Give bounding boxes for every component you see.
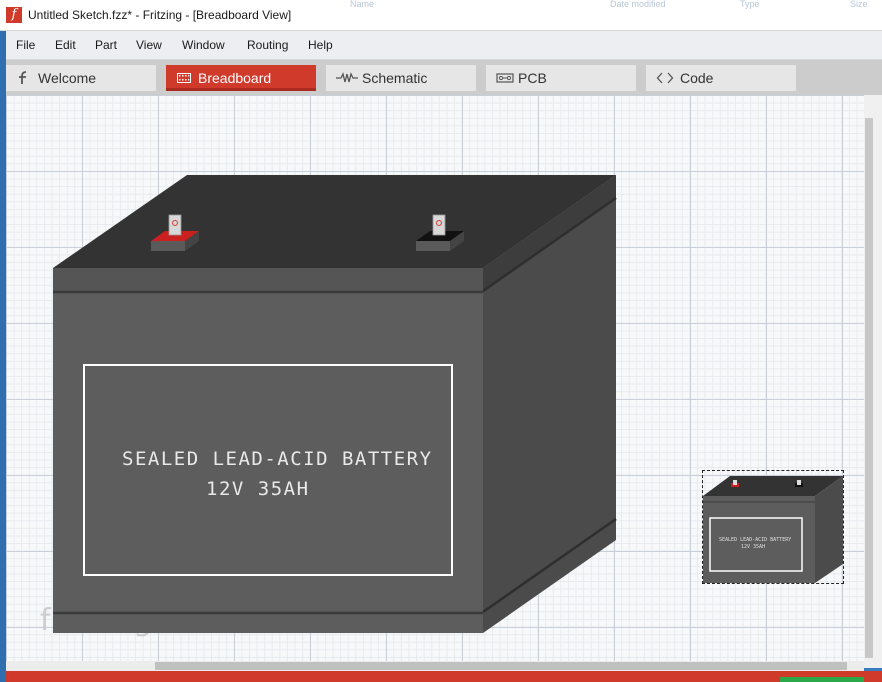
ghost-column-size: Size — [850, 0, 868, 9]
tab-code[interactable]: Code — [646, 65, 796, 91]
thumbnail-label-title: SEALED LEAD-ACID BATTERY — [719, 537, 792, 543]
menu-window[interactable]: Window — [182, 38, 225, 52]
view-tabs: Welcome Breadboard Schematic PCB Code — [6, 60, 882, 95]
tab-welcome-label: Welcome — [38, 70, 97, 86]
tab-schematic[interactable]: Schematic — [326, 65, 476, 91]
battery-thumbnail-graphic — [703, 476, 843, 583]
bottom-toolbar — [6, 671, 882, 682]
menu-view[interactable]: View — [136, 38, 162, 52]
ghost-column-name: Name — [350, 0, 375, 9]
tab-code-label: Code — [680, 70, 714, 86]
pcb-icon — [496, 73, 514, 83]
menu-routing[interactable]: Routing — [247, 38, 288, 52]
window-title: Untitled Sketch.fzz* - Fritzing - [Bread… — [28, 8, 292, 22]
ghost-column-date: Date modified — [610, 0, 666, 9]
battery-label-rating: 12V 35AH — [206, 478, 310, 500]
menu-help[interactable]: Help — [308, 38, 333, 52]
breadboard-icon — [177, 73, 191, 83]
menu-part[interactable]: Part — [95, 38, 117, 52]
status-indicator — [780, 677, 864, 682]
tab-pcb[interactable]: PCB — [486, 65, 636, 91]
tab-breadboard-label: Breadboard — [198, 70, 272, 86]
vertical-scrollbar-thumb[interactable] — [865, 118, 873, 658]
thumbnail-label-rating: 12V 35AH — [741, 544, 766, 550]
resistor-icon — [336, 72, 358, 83]
fritzing-app-icon: f — [6, 7, 22, 23]
fritzing-f-icon — [19, 71, 27, 84]
tab-welcome[interactable]: Welcome — [6, 65, 156, 91]
horizontal-scrollbar-thumb[interactable] — [155, 662, 847, 670]
code-brackets-icon — [656, 72, 674, 84]
menu-edit[interactable]: Edit — [55, 38, 76, 52]
tab-pcb-label: PCB — [518, 70, 547, 86]
background-window-header: Name Date modified Type Size — [270, 0, 882, 10]
menu-bar: File Edit Part View Window Routing Help — [6, 31, 882, 60]
menu-file[interactable]: File — [16, 38, 35, 52]
tab-breadboard[interactable]: Breadboard — [166, 65, 316, 91]
selected-battery-part[interactable] — [702, 470, 844, 584]
tab-schematic-label: Schematic — [362, 70, 428, 86]
battery-part[interactable] — [53, 175, 618, 635]
battery-label-title: SEALED LEAD-ACID BATTERY — [122, 448, 433, 470]
ghost-column-type: Type — [740, 0, 760, 9]
